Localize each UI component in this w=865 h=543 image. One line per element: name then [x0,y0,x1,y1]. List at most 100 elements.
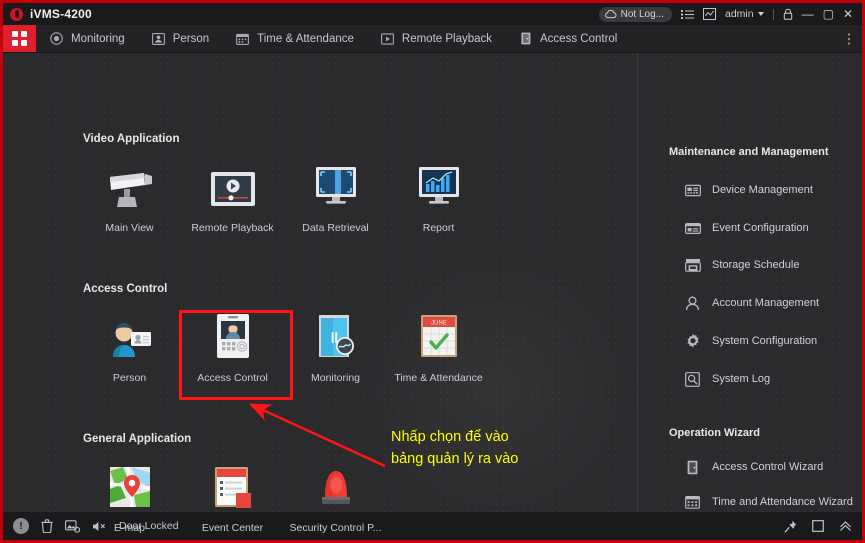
sidebar: Maintenance and Management Device Manage… [638,53,862,512]
sidebar-item-time-attendance-wizard[interactable]: Time and Attendance Wizard [684,494,853,510]
lock-icon[interactable] [783,8,793,20]
map-pin-icon [108,463,152,509]
cloud-icon [604,9,617,19]
content-area: Video Application Main View Remote Playb… [3,53,862,540]
app-title: iVMS-4200 [30,7,92,21]
maximize-button[interactable]: ▢ [823,8,834,20]
title-bar-right: Not Log... admin — ▢ ✕ [598,6,862,22]
pin-icon[interactable] [784,520,797,533]
siren-icon [315,463,357,509]
tab-label: Time & Attendance [257,32,354,45]
section-tiles-general-application: E-map Event Center Security Control P... [78,463,387,534]
cloud-status-label: Not Log... [620,8,664,20]
panel-icon[interactable] [812,520,824,532]
section-tiles-video-application: Main View Remote Playback Data Retrieval… [78,163,490,234]
sidebar-item-label: System Configuration [712,335,818,347]
sidebar-item-label: Account Management [712,297,820,309]
tab-person[interactable]: Person [138,25,222,52]
gear-icon [684,333,701,349]
tile-e-map[interactable]: E-map [78,463,181,534]
report-chart-icon [416,163,462,209]
sidebar-item-label: System Log [712,373,771,385]
calendar-icon [235,32,250,45]
application-panel: Video Application Main View Remote Playb… [3,53,637,534]
chevron-down-icon [757,12,764,16]
alert-triangle-icon[interactable]: ! [13,518,29,534]
calendar-icon [684,494,701,510]
tile-label: Report [422,222,455,234]
sidebar-item-account-management[interactable]: Account Management [684,295,819,311]
camera-icon [104,163,156,209]
list-icon[interactable] [680,9,694,20]
tab-label: Person [172,32,210,45]
chevron-up-icon[interactable] [839,520,852,532]
sidebar-item-system-configuration[interactable]: System Configuration [684,333,817,349]
tile-label: Data Retrieval [302,222,369,234]
tile-label: Main View [105,222,154,234]
tile-time-attendance[interactable]: JUNE Time & Attendance [387,313,490,384]
sidebar-item-label: Device Management [712,184,813,196]
section-tiles-access-control: Person Access Control Monitoring JUNE Ti… [78,313,490,384]
cloud-status-button[interactable]: Not Log... [598,6,672,22]
tile-monitoring[interactable]: Monitoring [284,313,387,384]
tile-event-center[interactable]: Event Center [181,463,284,534]
user-name: admin [724,8,754,20]
sidebar-title-maintenance: Maintenance and Management [669,146,829,158]
sidebar-item-label: Access Control Wizard [712,461,824,473]
minimize-button[interactable]: — [802,8,814,20]
calendar-check-icon: JUNE [418,313,460,359]
close-button[interactable]: ✕ [843,8,853,20]
title-bar: iVMS-4200 Not Log... admin — ▢ ✕ [3,3,862,25]
application-window: iVMS-4200 Not Log... admin — ▢ ✕ Monitor… [3,3,862,540]
device-icon [684,182,701,198]
event-list-icon [212,463,254,509]
tab-label: Monitoring [71,32,125,45]
sidebar-item-device-management[interactable]: Device Management [684,182,813,198]
sidebar-item-access-control-wizard[interactable]: Access Control Wizard [684,459,823,475]
user-menu[interactable]: admin [725,8,764,20]
tile-label: Time & Attendance [394,372,483,384]
grid-apps-icon[interactable] [3,25,36,52]
event-config-icon [684,220,701,236]
tab-access-control[interactable]: Access Control [505,25,630,52]
sidebar-item-storage-schedule[interactable]: Storage Schedule [684,257,799,273]
sidebar-title-operation-wizard: Operation Wizard [669,427,760,439]
svg-text:JUNE: JUNE [431,321,447,327]
tab-time-attendance[interactable]: Time & Attendance [222,25,367,52]
status-bar-right [784,520,852,533]
tile-access-control[interactable]: Access Control [181,313,284,384]
tile-label: Access Control [197,372,268,384]
tile-report[interactable]: Report [387,163,490,234]
tile-remote-playback[interactable]: Remote Playback [181,163,284,234]
monitoring-icon [49,32,64,45]
log-icon [684,371,701,387]
storage-icon [684,257,701,273]
tile-label: Person [112,372,147,384]
sidebar-item-system-log[interactable]: System Log [684,371,770,387]
trash-icon[interactable] [41,519,53,533]
app-logo-group: iVMS-4200 [3,7,92,21]
tab-label: Access Control [540,32,618,45]
sidebar-item-label: Storage Schedule [712,259,800,271]
person-badge-icon [105,313,155,359]
chart-icon[interactable] [702,8,716,20]
door-icon [684,459,701,475]
data-retrieval-icon [313,163,359,209]
access-terminal-icon [211,313,255,359]
tab-monitoring[interactable]: Monitoring [36,25,138,52]
tile-main-view[interactable]: Main View [78,163,181,234]
sidebar-item-event-configuration[interactable]: Event Configuration [684,220,809,236]
tile-label: Monitoring [310,372,361,384]
tile-label: E-map [114,522,145,534]
tab-remote-playback[interactable]: Remote Playback [367,25,505,52]
section-title-video-application: Video Application [83,133,180,145]
section-title-access-control: Access Control [83,283,168,295]
sidebar-item-label: Time and Attendance Wizard [712,496,853,508]
account-icon [684,295,701,311]
sidebar-item-label: Event Configuration [712,222,809,234]
tile-data-retrieval[interactable]: Data Retrieval [284,163,387,234]
annotation-text: Nhấp chọn để vào bảng quản lý ra vào [391,429,519,468]
vertical-dots-icon[interactable] [847,25,862,52]
tile-security-control-panel[interactable]: Security Control P... [284,463,387,534]
tile-person[interactable]: Person [78,313,181,384]
